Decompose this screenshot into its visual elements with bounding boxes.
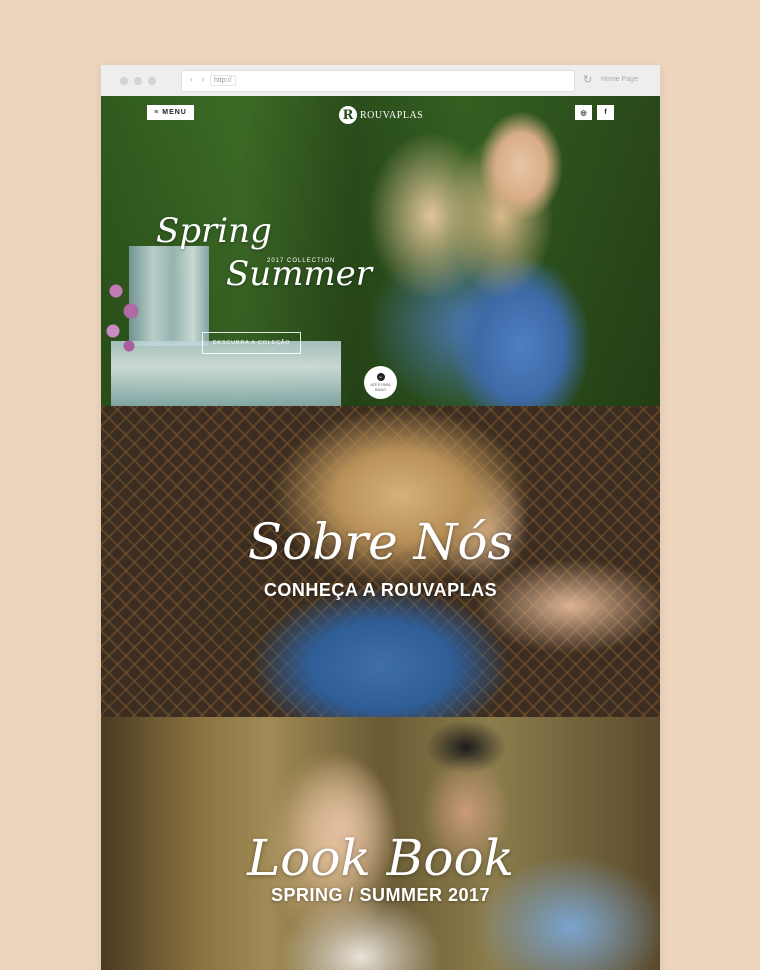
browser-toolbar: ‹ › http:// ↻ Home Page bbox=[101, 65, 660, 97]
scroll-down-button[interactable]: ⌄ ATÉ É PARA BAIXO bbox=[364, 366, 397, 399]
menu-label: MENU bbox=[162, 109, 187, 116]
instagram-icon[interactable]: ◎ bbox=[575, 105, 592, 120]
url-text[interactable]: http:// bbox=[210, 75, 236, 86]
discover-collection-button[interactable]: DESCUBRA A COLEÇÃO bbox=[202, 332, 301, 354]
brand-mark-icon: R bbox=[339, 106, 357, 124]
about-subtitle: CONHEÇA A ROUVAPLAS bbox=[263, 580, 498, 600]
nav-arrows-icon[interactable]: ‹ › bbox=[190, 74, 208, 84]
browser-window: ‹ › http:// ↻ Home Page ≡ MENU R ROUVAPL… bbox=[101, 65, 660, 970]
brand-logo[interactable]: R ROUVAPLAS bbox=[339, 104, 423, 126]
lookbook-section[interactable]: Look Book SPRING / SUMMER 2017 bbox=[101, 717, 660, 970]
hero-section: ≡ MENU R ROUVAPLAS ◎ f Spring 2017 COLLE… bbox=[101, 96, 660, 406]
chevron-down-icon: ⌄ bbox=[376, 373, 385, 382]
reload-icon[interactable]: ↻ bbox=[583, 73, 592, 86]
tab-title: Home Page bbox=[601, 76, 638, 83]
menu-button[interactable]: ≡ MENU bbox=[147, 105, 194, 120]
about-section[interactable]: Sobre Nós CONHEÇA A ROUVAPLAS bbox=[101, 406, 660, 717]
flowers-image bbox=[101, 271, 146, 361]
about-title: Sobre Nós bbox=[247, 513, 514, 571]
hero-title-spring: Spring bbox=[156, 211, 272, 251]
window-dot-maximize[interactable] bbox=[148, 77, 156, 85]
hero-title-summer: Summer bbox=[226, 254, 373, 294]
scroll-down-label: ATÉ É PARA BAIXO bbox=[370, 383, 391, 392]
lookbook-subtitle: SPRING / SUMMER 2017 bbox=[270, 885, 491, 905]
facebook-icon[interactable]: f bbox=[597, 105, 614, 120]
brand-name: ROUVAPLAS bbox=[360, 109, 424, 121]
lookbook-title: Look Book bbox=[247, 829, 514, 887]
hero-model-image bbox=[406, 96, 626, 406]
window-dot-minimize[interactable] bbox=[134, 77, 142, 85]
address-bar[interactable]: ‹ › http:// bbox=[181, 70, 575, 92]
hamburger-icon: ≡ bbox=[154, 109, 160, 116]
window-dot-close[interactable] bbox=[120, 77, 128, 85]
